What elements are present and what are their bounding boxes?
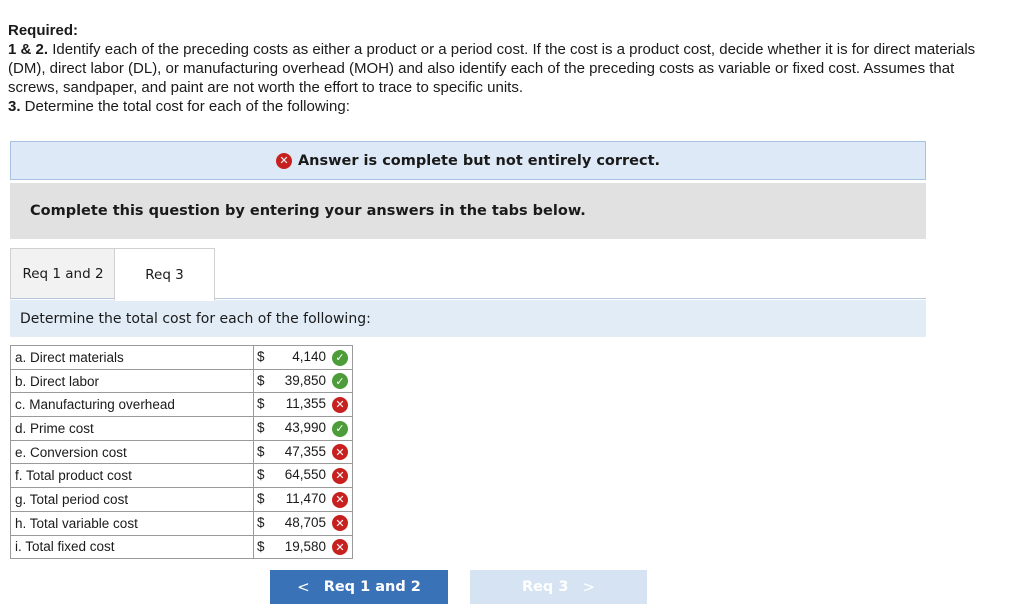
section-title: Determine the total cost for each of the… (20, 310, 371, 327)
currency-symbol: $ (257, 514, 265, 530)
currency-symbol: $ (257, 538, 265, 554)
amount-input[interactable]: $64,550 ✕ (253, 463, 353, 489)
amount-value: 47,355 (284, 443, 326, 459)
status-mark: ✓ (332, 349, 348, 366)
amount-input[interactable]: $11,355 ✕ (253, 392, 353, 418)
para2-prefix: 3. (8, 98, 21, 115)
currency-symbol: $ (257, 420, 265, 436)
x-icon: ✕ (332, 491, 348, 508)
row-label: h. Total variable cost (10, 510, 254, 536)
para1-prefix: 1 & 2. (8, 41, 49, 58)
x-icon: ✕ (275, 152, 292, 169)
row-label: f. Total product cost (10, 463, 254, 489)
check-icon: ✓ (332, 349, 348, 366)
row-label: a. Direct materials (10, 345, 254, 370)
table-row: g. Total period cost $11,470 ✕ (10, 487, 353, 512)
x-icon: ✕ (332, 467, 348, 484)
answer-status-banner: ✕ Answer is complete but not entirely co… (10, 141, 926, 180)
currency-symbol: $ (257, 349, 265, 364)
chevron-left-icon: < (297, 578, 310, 596)
row-label: g. Total period cost (10, 487, 254, 512)
status-mark: ✕ (332, 396, 348, 413)
table-row: e. Conversion cost $47,355 ✕ (10, 439, 353, 465)
instruction-text: Complete this question by entering your … (30, 203, 586, 219)
status-mark: ✕ (332, 539, 348, 555)
amount-value: 4,140 (292, 349, 326, 364)
instruction-box: Complete this question by entering your … (10, 183, 926, 239)
amount-value: 19,580 (284, 538, 326, 554)
chevron-right-icon: > (582, 578, 596, 596)
required-instructions: Required: 1 & 2. Identify each of the pr… (8, 21, 1008, 116)
status-mark: ✕ (332, 444, 348, 461)
prev-button-label: Req 1 and 2 (323, 579, 421, 595)
amount-input[interactable]: $11,470 ✕ (253, 487, 353, 512)
amount-input[interactable]: $19,580 ✕ (253, 534, 353, 560)
status-mark: ✓ (332, 420, 348, 437)
tab-req-3[interactable]: Req 3 (114, 248, 215, 301)
x-icon: ✕ (332, 539, 348, 555)
para2-text: Determine the total cost for each of the… (20, 98, 350, 115)
amount-value: 64,550 (284, 467, 326, 483)
currency-symbol: $ (257, 443, 265, 459)
amount-input[interactable]: $4,140 ✓ (253, 345, 353, 370)
next-button: Req 3 > (470, 570, 647, 604)
row-label: d. Prime cost (10, 416, 254, 441)
table-row: a. Direct materials $4,140 ✓ (10, 345, 353, 370)
tab-req-1-and-2[interactable]: Req 1 and 2 (10, 248, 116, 299)
cost-table: a. Direct materials $4,140 ✓ b. Direct labo… (10, 345, 353, 560)
status-mark: ✕ (332, 515, 348, 532)
required-paragraph-2: 3. Determine the total cost for each of … (8, 97, 1008, 116)
table-row: c. Manufacturing overhead $11,355 ✕ (10, 392, 353, 418)
answer-status-text: Answer is complete but not entirely corr… (297, 152, 661, 169)
amount-input[interactable]: $47,355 ✕ (253, 439, 353, 465)
para1-text: Identify each of the preceding costs as … (8, 41, 976, 96)
prev-button[interactable]: < Req 1 and 2 (270, 570, 448, 604)
table-row: h. Total variable cost $48,705 ✕ (10, 510, 353, 536)
row-label: i. Total fixed cost (10, 534, 254, 560)
amount-value: 48,705 (284, 514, 326, 530)
amount-input[interactable]: $43,990 ✓ (253, 416, 353, 441)
currency-symbol: $ (257, 467, 265, 483)
amount-input[interactable]: $48,705 ✕ (253, 510, 353, 536)
amount-value: 43,990 (284, 420, 326, 436)
table-row: b. Direct labor $39,850 ✓ (10, 368, 353, 394)
amount-value: 11,355 (285, 396, 326, 412)
section-header: Determine the total cost for each of the… (10, 300, 926, 337)
x-icon: ✕ (332, 444, 348, 461)
check-icon: ✓ (332, 420, 348, 437)
amount-value: 11,470 (285, 491, 326, 507)
required-heading: Required: (8, 22, 79, 39)
x-icon: ✕ (332, 515, 348, 532)
table-row: i. Total fixed cost $19,580 ✕ (10, 534, 353, 560)
check-icon: ✓ (332, 373, 348, 390)
row-label: e. Conversion cost (10, 439, 254, 465)
x-icon: ✕ (332, 396, 348, 413)
table-row: d. Prime cost $43,990 ✓ (10, 416, 353, 441)
next-button-label: Req 3 (521, 579, 569, 595)
table-row: f. Total product cost $64,550 ✕ (10, 463, 353, 489)
amount-input[interactable]: $39,850 ✓ (253, 368, 353, 394)
currency-symbol: $ (257, 491, 265, 507)
required-paragraph-1: 1 & 2. Identify each of the preceding co… (8, 40, 1008, 97)
status-mark: ✓ (332, 373, 348, 390)
status-mark: ✕ (332, 491, 348, 508)
currency-symbol: $ (257, 396, 265, 412)
row-label: c. Manufacturing overhead (10, 392, 254, 418)
row-label: b. Direct labor (10, 368, 254, 394)
amount-value: 39,850 (284, 372, 326, 388)
currency-symbol: $ (257, 372, 265, 388)
status-mark: ✕ (332, 467, 348, 484)
